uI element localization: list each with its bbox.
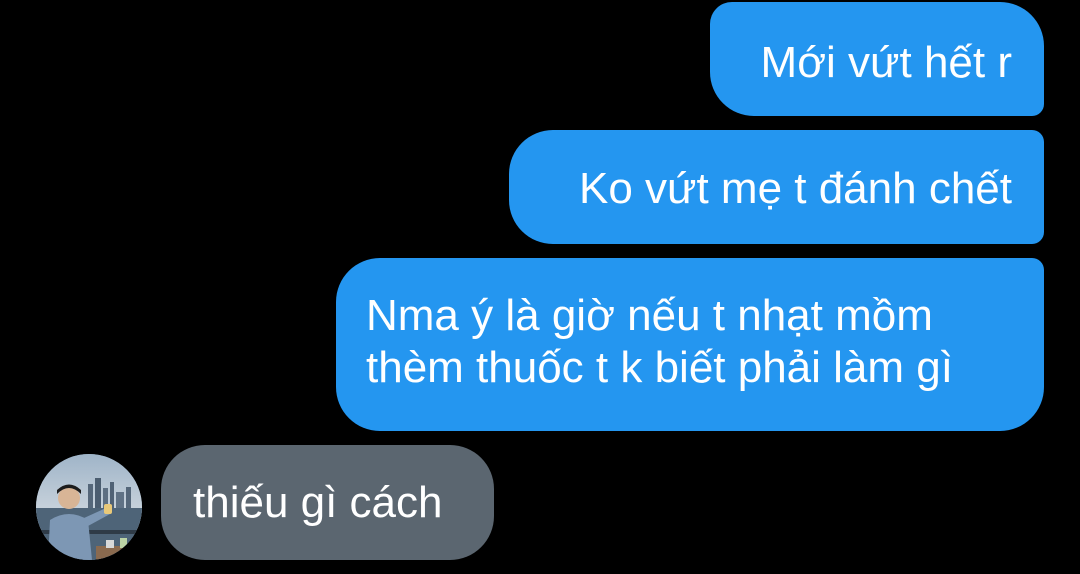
message-text: Mới vứt hết r: [760, 38, 1012, 87]
outgoing-message-bubble[interactable]: Ko vứt mẹ t đánh chết: [509, 130, 1044, 244]
message-text: thiếu gì cách: [193, 478, 443, 527]
contact-avatar-photo-icon: [36, 454, 142, 560]
message-text: Ko vứt mẹ t đánh chết: [578, 164, 1012, 213]
incoming-message-bubble[interactable]: thiếu gì cách: [161, 445, 494, 560]
outgoing-message-bubble[interactable]: Nma ý là giờ nếu t nhạt mồm thèm thuốc t…: [336, 258, 1044, 431]
message-text-line: Nma ý là giờ nếu t nhạt mồm: [366, 291, 933, 340]
message-text-line: thèm thuốc t k biết phải làm gì: [366, 343, 953, 392]
contact-avatar[interactable]: [36, 454, 142, 560]
outgoing-message-bubble[interactable]: Mới vứt hết r: [710, 2, 1044, 116]
